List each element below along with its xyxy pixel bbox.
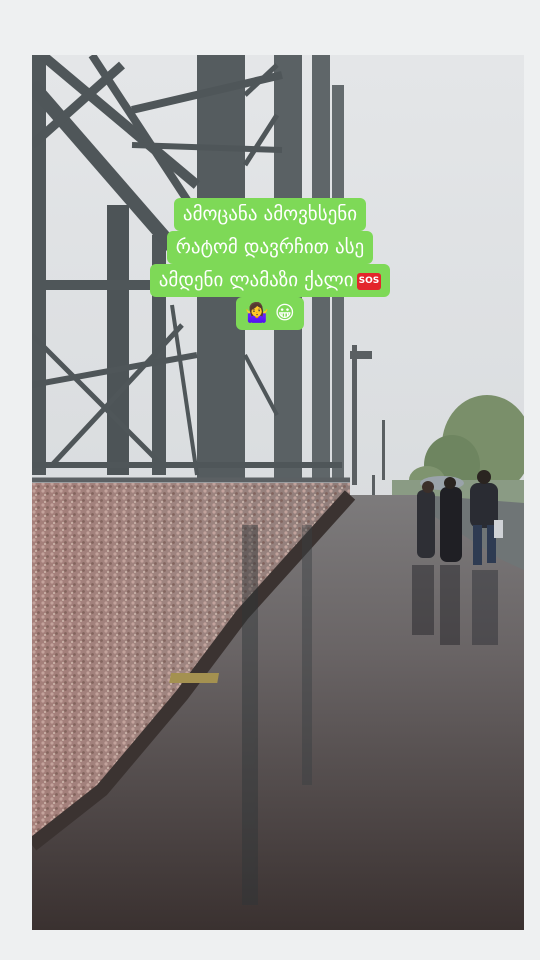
- pedestrians: [417, 470, 503, 565]
- photo: [32, 55, 524, 930]
